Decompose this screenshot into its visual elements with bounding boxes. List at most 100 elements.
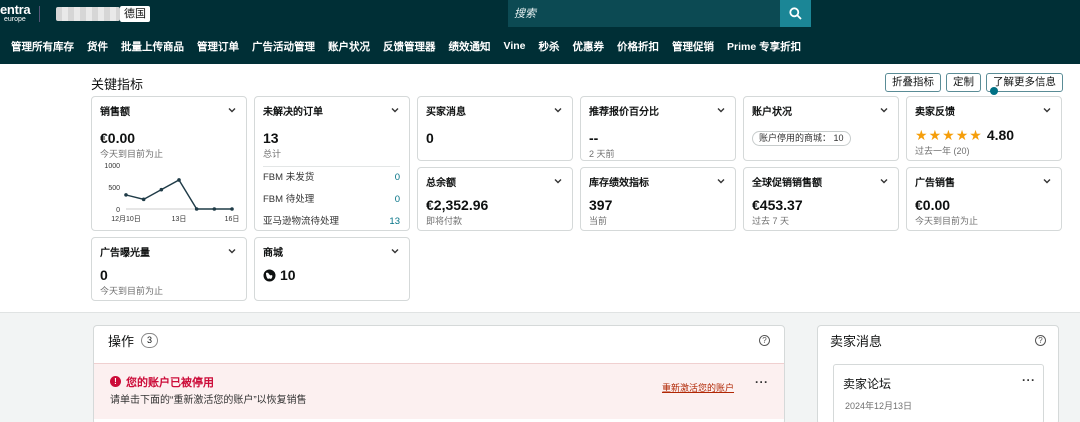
sales-data-point[interactable] <box>141 197 146 202</box>
nav-feedback-manager[interactable]: 反馈管理器 <box>383 39 436 54</box>
list-item[interactable]: FBM 待处理 0 <box>263 189 400 211</box>
nav-performance-notifications[interactable]: 绩效通知 <box>449 39 491 54</box>
rating-value: 4.80 <box>986 127 1015 143</box>
sales-data-point[interactable] <box>212 207 217 211</box>
x-tick-label: 13日 <box>172 215 187 223</box>
top-bar: entra europe 德国 <box>0 0 1080 28</box>
collapse-metrics-button[interactable]: 折叠指标 <box>885 73 941 92</box>
seller-feedback-card[interactable]: 卖家反馈 ★ ★ ★ ★ ★ 4.80 过去一年 (20) <box>906 96 1062 161</box>
reactivate-account-link[interactable]: 重新激活您的账户 <box>662 381 734 394</box>
sales-data-point[interactable] <box>177 178 181 182</box>
nav-coupons[interactable]: 优惠券 <box>572 39 604 54</box>
ad-sales-card[interactable]: 广告销售 €0.00 今天到目前为止 <box>906 167 1062 231</box>
open-orders-list: FBM 未发货 0 FBM 待处理 0 亚马逊物流待处理 13 <box>263 166 400 233</box>
chevron-down-icon[interactable] <box>879 176 889 186</box>
featured-offer-card[interactable]: 推荐报价百分比 -- 2 天前 <box>580 96 736 161</box>
chevron-down-icon[interactable] <box>390 246 400 256</box>
total-balance-value: €2,352.96 <box>426 197 489 213</box>
sales-data-point[interactable] <box>194 207 199 211</box>
ad-impressions-card[interactable]: 广告曝光量 0 今天到目前为止 <box>91 237 247 301</box>
row-count[interactable]: 0 <box>395 189 400 211</box>
alert-icon: ! <box>110 376 121 387</box>
global-promo-sub: 过去 7 天 <box>752 216 790 226</box>
nav-prime-discounts[interactable]: Prime 专享折扣 <box>727 39 801 54</box>
account-health-card[interactable]: 账户状况 账户停用的商城： 10 <box>743 96 899 161</box>
star-icon: ★ <box>915 127 928 143</box>
nav-account-health[interactable]: 账户状况 <box>328 39 370 54</box>
store-name-redacted[interactable] <box>56 7 120 21</box>
nav-campaign-manager[interactable]: 广告活动管理 <box>252 39 315 54</box>
star-icon: ★ <box>955 127 969 143</box>
ad-sales-sub: 今天到目前为止 <box>915 216 979 226</box>
inventory-performance-title: 库存绩效指标 <box>589 177 649 189</box>
actions-panel: 操作 3 ? ! 您的账户已被停用 请单击下面的“重新激活您的账户”以恢复销售 … <box>93 325 785 422</box>
sales-data-point[interactable] <box>124 193 128 197</box>
ad-sales-value: €0.00 <box>915 197 951 213</box>
buyer-messages-card[interactable]: 买家消息 0 <box>417 96 573 161</box>
nav-manage-inventory[interactable]: 管理所有库存 <box>11 39 74 54</box>
list-item[interactable]: FBM 未发货 0 <box>263 167 400 189</box>
chevron-down-icon[interactable] <box>716 105 726 115</box>
nav-price-discounts[interactable]: 价格折扣 <box>617 39 659 54</box>
sales-card[interactable]: 销售额 €0.00 今天到目前为止 1000 500 0 12月10日 13日 16日 <box>91 96 247 231</box>
sales-data-point[interactable] <box>159 187 164 192</box>
ad-sales-title: 广告销售 <box>915 177 955 189</box>
more-options-icon[interactable]: ··· <box>1022 373 1036 387</box>
main-nav: 管理所有库存 货件 批量上传商品 管理订单 广告活动管理 账户状况 反馈管理器 … <box>0 28 1080 64</box>
help-icon[interactable]: ? <box>1035 334 1046 346</box>
list-item[interactable]: 亚马逊物流待处理 13 <box>263 211 400 233</box>
seller-messages-panel: 卖家消息 ? 卖家论坛 ··· 2024年12月13日 <box>817 325 1059 422</box>
total-balance-title: 总余额 <box>426 177 456 189</box>
nav-lightning-deals[interactable]: 秒杀 <box>538 39 559 54</box>
ad-impressions-value: 0 <box>100 267 108 283</box>
chevron-down-icon[interactable] <box>553 105 563 115</box>
account-health-title: 账户状况 <box>752 106 792 118</box>
global-promo-card[interactable]: 全球促销销售额 €453.37 过去 7 天 <box>743 167 899 231</box>
sales-data-point[interactable] <box>230 207 234 211</box>
row-count[interactable]: 0 <box>395 167 400 189</box>
open-orders-value: 13 <box>263 130 279 146</box>
marketplaces-value-row: 10 <box>263 268 400 283</box>
ad-impressions-title: 广告曝光量 <box>100 247 150 259</box>
more-options-icon[interactable]: ··· <box>755 375 769 389</box>
chevron-down-icon[interactable] <box>1042 176 1052 186</box>
seller-messages-title: 卖家消息 <box>830 333 883 349</box>
sales-chart: 1000 500 0 12月10日 13日 16日 <box>92 159 248 231</box>
inventory-performance-sub: 当前 <box>589 216 608 226</box>
chevron-down-icon[interactable] <box>553 176 563 186</box>
inventory-performance-card[interactable]: 库存绩效指标 397 当前 <box>580 167 736 231</box>
nav-manage-orders[interactable]: 管理订单 <box>197 39 239 54</box>
nav-vine[interactable]: Vine <box>504 40 526 52</box>
logo-text: entra <box>0 2 31 17</box>
chevron-down-icon[interactable] <box>716 176 726 186</box>
open-orders-card[interactable]: 未解决的订单 13 总计 FBM 未发货 0 FBM 待处理 0 亚马逊物流待处理 1… <box>254 96 410 231</box>
key-metrics-title: 关键指标 <box>91 77 144 92</box>
search-input[interactable] <box>508 0 780 27</box>
featured-offer-title: 推荐报价百分比 <box>589 106 659 118</box>
nav-manage-promotions[interactable]: 管理促销 <box>672 39 714 54</box>
help-icon[interactable]: ? <box>759 334 770 346</box>
chevron-down-icon[interactable] <box>1042 105 1052 115</box>
customize-button[interactable]: 定制 <box>946 73 981 92</box>
marketplace-label[interactable]: 德国 <box>120 6 150 22</box>
chevron-down-icon[interactable] <box>227 105 237 115</box>
nav-bulk-upload[interactable]: 批量上传商品 <box>121 39 184 54</box>
y-tick-label: 0 <box>116 207 120 214</box>
row-label: FBM 未发货 <box>263 172 315 183</box>
rating-stars: ★ ★ ★ ★ ★ 4.80 <box>915 127 1052 143</box>
nav-shipments[interactable]: 货件 <box>87 39 108 54</box>
row-count[interactable]: 13 <box>389 211 400 233</box>
total-balance-card[interactable]: 总余额 €2,352.96 即将付款 <box>417 167 573 231</box>
chevron-down-icon[interactable] <box>390 105 400 115</box>
sales-value: €0.00 <box>100 130 136 146</box>
seller-forum-card[interactable]: 卖家论坛 ··· 2024年12月13日 <box>833 364 1044 422</box>
seller-feedback-title: 卖家反馈 <box>915 106 955 118</box>
seller-central-logo[interactable]: entra europe <box>0 2 31 23</box>
sales-series-line <box>125 179 232 210</box>
search-button[interactable] <box>780 0 811 27</box>
divider <box>39 6 40 22</box>
chevron-down-icon[interactable] <box>879 105 889 115</box>
chevron-down-icon[interactable] <box>227 246 237 256</box>
marketplaces-card[interactable]: 商城 10 <box>254 237 410 301</box>
forum-date: 2024年12月13日 <box>845 401 913 411</box>
